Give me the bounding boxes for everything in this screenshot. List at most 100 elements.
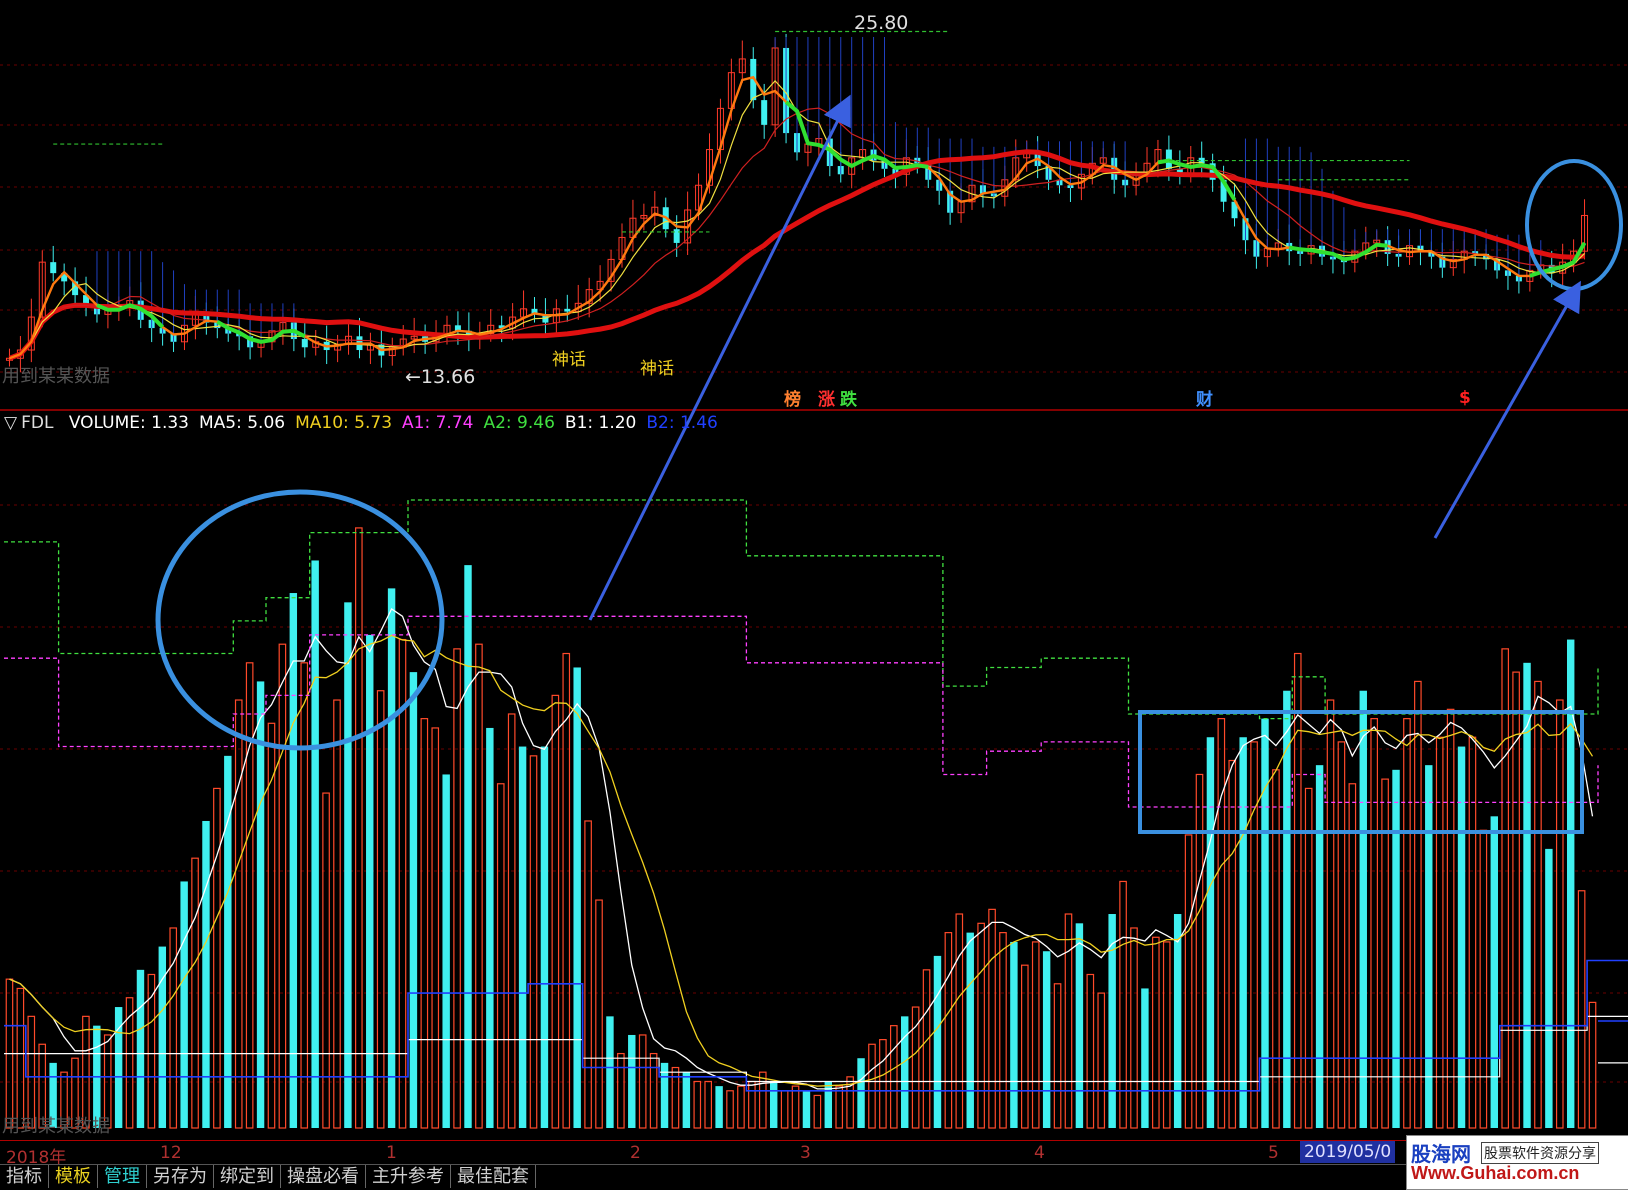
volume-bar [780,1090,789,1129]
event-tag-dollar[interactable]: $ [1459,388,1471,408]
volume-bar [518,746,527,1128]
volume-bar [988,908,996,1129]
logo-tagline: 股票软件资源分享 [1481,1142,1599,1164]
volume-bar [1162,941,1171,1129]
volume-bar [431,727,440,1129]
volume-bar [540,746,549,1128]
volume-bar [1468,736,1477,1129]
volume-bar [1075,923,1084,1128]
volume-bar [922,969,931,1129]
volume-bar [300,662,309,1129]
volume-bar [813,1094,822,1129]
volume-bar [486,727,494,1128]
volume-bar [1446,708,1455,1129]
volume-bar [475,643,483,1129]
volume-bar [322,792,330,1129]
axis-label-5: 5 [1268,1143,1279,1163]
volume-bar [955,913,964,1129]
volume-bar [857,1058,865,1128]
volume-bar [868,1043,876,1129]
volume-bar [693,1080,702,1129]
event-tag-cai[interactable]: 财 [1196,385,1213,410]
event-tag-bang[interactable]: 榜 [784,385,801,410]
volume-bar [409,672,418,1128]
volume-bar [835,1085,844,1129]
volume-bar [1555,699,1564,1129]
volume-bar [1479,829,1488,1129]
volume-bar [1042,951,1051,1128]
volume-bar [1173,914,1182,1128]
indicator-value-b1: B1: 1.20 [564,413,637,433]
signal-label-1: 神话 [552,350,586,370]
volume-bar [1272,769,1280,1129]
volume-bar [1195,773,1204,1129]
volume-bar [1021,964,1029,1129]
volume-bar [1359,690,1367,1128]
volume-bar [1031,941,1040,1129]
event-tag-die[interactable]: 跌 [840,385,857,410]
volume-bar [1217,718,1226,1129]
volume-bar [376,690,385,1129]
volume-bar [496,783,505,1129]
candle-body [761,100,768,125]
tab-template[interactable]: 模板 [49,1165,98,1188]
event-tag-zhang[interactable]: 涨 [818,385,835,410]
indicator-value-ma10: MA10: 5.73 [295,413,393,433]
indicator-name: FDL [21,413,54,433]
watermark-upper: 用到某某数据 [2,366,110,387]
logo-url: Www.Guhai.com.cn [1411,1163,1580,1183]
volume-bar [901,1016,909,1128]
price-high-label: 25.80 [854,12,909,34]
trend-down-segment [1529,241,1587,278]
volume-bar [1141,988,1149,1128]
volume-bar [889,1025,898,1129]
volume-bar [562,652,571,1129]
volume-bar [1064,913,1073,1129]
volume-bar [606,1016,614,1128]
tab-main-rise[interactable]: 主升参考 [366,1165,451,1188]
volume-bar [769,1081,778,1128]
axis-label-1: 1 [386,1143,397,1163]
price-grid [0,64,1628,373]
volume-bar [1130,927,1138,1129]
candle-body [301,339,308,348]
tab-indicator[interactable]: 指标 [0,1165,49,1188]
volume-bar [202,820,210,1128]
volume-bar [311,560,319,1128]
volume-bar [136,969,145,1128]
volume-bar [344,602,352,1128]
volume-bar [617,1052,625,1129]
volume-bar [1326,699,1335,1129]
tab-bind-to[interactable]: 绑定到 [214,1165,281,1188]
site-logo[interactable]: 股海网 股票软件资源分享 Www.Guhai.com.cn [1406,1135,1628,1190]
tab-save-as[interactable]: 另存为 [147,1165,214,1188]
volume-bar [278,643,287,1129]
volume-bar [180,881,188,1128]
volume-bar [1010,941,1018,1128]
volume-bar [551,694,560,1129]
volume-bar [944,932,953,1129]
stock-chart [0,30,1628,1129]
volume-bar [1053,983,1062,1129]
volume-grid [0,504,1628,1083]
volume-bar [1097,992,1106,1129]
collapse-toggle-icon[interactable]: ▽ [4,413,17,433]
b1-line [4,1015,1628,1083]
volume-bar [628,1034,636,1128]
price-low-label: ←13.66 [405,366,476,388]
volume-bar [529,755,538,1129]
volume-bar [1228,759,1237,1129]
volume-panel [4,499,1628,1129]
volume-bar [1588,1001,1597,1129]
tab-must-see[interactable]: 操盘必看 [281,1165,366,1188]
volume-bar [1425,765,1433,1128]
volume-bar [387,588,396,1128]
volume-bar [911,1006,920,1129]
tab-best-match[interactable]: 最佳配套 [451,1165,536,1188]
volume-bar [507,713,516,1129]
axis-label-3: 3 [800,1143,811,1163]
tab-manage[interactable]: 管理 [98,1165,147,1188]
volume-bar [1206,737,1215,1128]
volume-bar [879,1039,887,1129]
watermark-lower: 用到某某数据 [2,1116,110,1137]
